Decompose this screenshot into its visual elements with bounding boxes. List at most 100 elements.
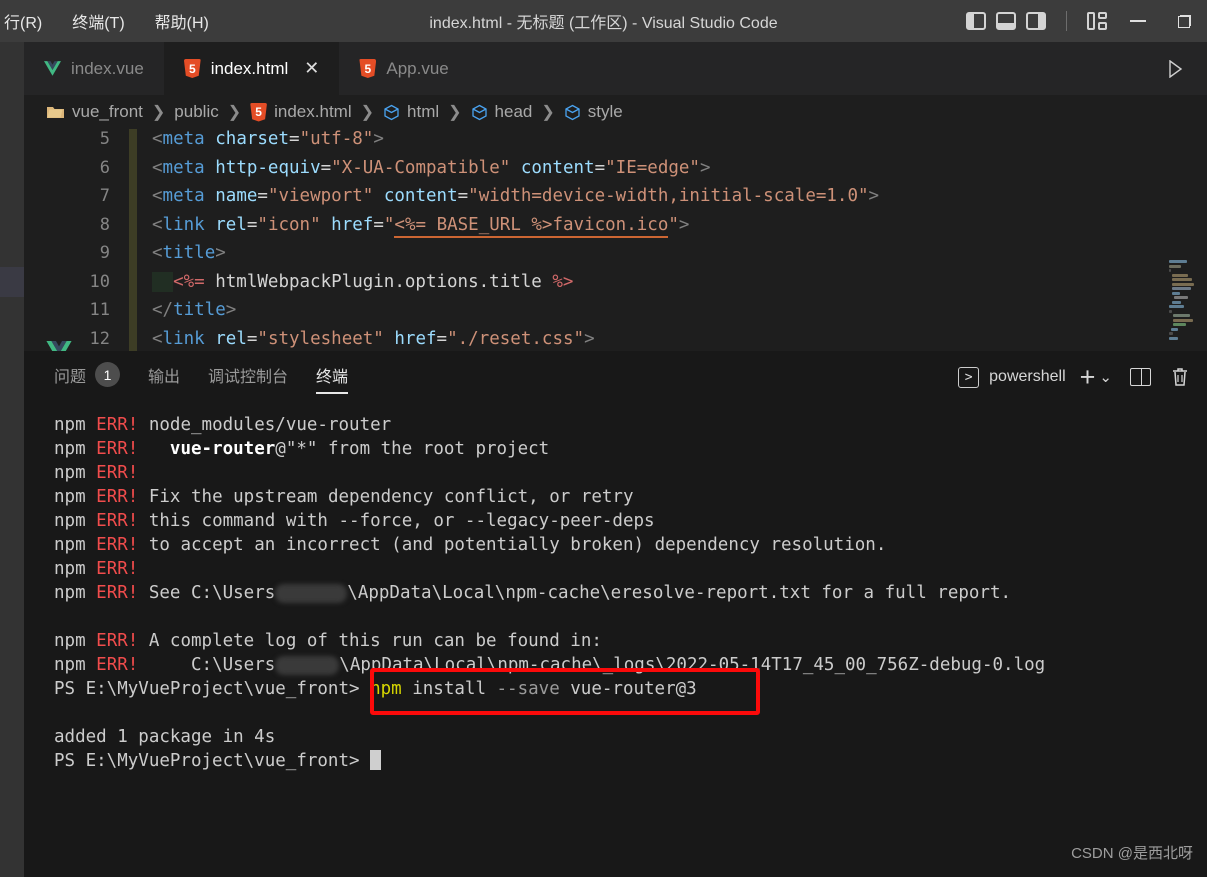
editor-tab-bar: index.vue 5 index.html ✕ 5 App.vue	[24, 42, 1207, 95]
symbol-cube-icon	[383, 104, 400, 121]
terminal-output[interactable]: npm ERR! node_modules/vue-router npm ERR…	[24, 403, 1207, 877]
menu-item-terminal[interactable]: 终端(T)	[68, 7, 128, 35]
customize-layout-icon[interactable]	[1087, 12, 1107, 30]
menu-item-help[interactable]: 帮助(H)	[151, 7, 213, 35]
toggle-panel-icon[interactable]	[996, 12, 1016, 30]
breadcrumb-label: style	[587, 102, 623, 121]
new-terminal-button[interactable]: +	[1080, 363, 1096, 391]
terminal-prompt-line: PS E:\MyVueProject\vue_front>	[54, 749, 1207, 773]
symbol-cube-icon	[471, 104, 488, 121]
line-number: 11	[89, 300, 110, 320]
divider	[1066, 11, 1067, 31]
line-content: </title>	[152, 300, 237, 320]
tab-label: index.vue	[71, 58, 144, 78]
code-line: 5 <meta charset="utf-8">	[24, 129, 1207, 158]
terminal-line: npm ERR! C:\Users \AppData\Local\npm-cach…	[54, 655, 1046, 675]
restore-button[interactable]	[1161, 0, 1207, 42]
terminal-selector[interactable]: > powershell	[958, 366, 1066, 388]
code-editor[interactable]: 5 <meta charset="utf-8"> 6 <meta http-eq…	[24, 129, 1207, 351]
minimize-button[interactable]	[1115, 0, 1161, 42]
breadcrumb-label: head	[494, 102, 533, 121]
breadcrumb-separator: ❯	[541, 104, 555, 121]
code-line: 7 <meta name="viewport" content="width=d…	[24, 186, 1207, 215]
line-number: 5	[99, 129, 110, 149]
panel-tab-output[interactable]: 输出	[148, 363, 180, 392]
terminal-line: npm ERR! Fix the upstream dependency con…	[54, 487, 634, 507]
panel-tab-bar: 问题 1 输出 调试控制台 终端 > powershell + ⌄	[24, 351, 1207, 403]
run-button[interactable]	[1155, 42, 1195, 95]
breadcrumb-item-style[interactable]: style	[564, 102, 623, 122]
panel-tab-label: 终端	[316, 368, 349, 386]
activity-bar-indicator	[0, 267, 24, 297]
chevron-down-icon[interactable]: ⌄	[1099, 368, 1112, 386]
vue-gutter-icon	[46, 341, 72, 351]
vue-icon	[44, 61, 61, 76]
code-line: 12 <link rel="stylesheet" href="./reset.…	[24, 329, 1207, 352]
problems-count-badge: 1	[95, 362, 121, 387]
html5-icon: 5	[359, 59, 377, 78]
panel-tab-label: 调试控制台	[208, 368, 289, 386]
terminal-line: npm ERR! vue-router@"*" from the root pr…	[54, 439, 550, 459]
code-line: 9 <title>	[24, 243, 1207, 272]
panel-tab-label: 问题	[54, 368, 87, 386]
panel-tab-terminal[interactable]: 终端	[316, 363, 349, 394]
tab-app-vue[interactable]: 5 App.vue	[339, 42, 468, 95]
line-content: <%= htmlWebpackPlugin.options.title %>	[124, 271, 573, 292]
run-play-icon	[1168, 60, 1183, 78]
terminal-line: npm ERR! this command with --force, or -…	[54, 511, 655, 531]
folder-icon	[46, 105, 65, 120]
breadcrumb-label: public	[174, 102, 219, 121]
panel-tab-debug-console[interactable]: 调试控制台	[208, 363, 288, 392]
panel-actions: > powershell + ⌄	[958, 351, 1199, 403]
panel-tab-problems[interactable]: 问题 1	[54, 362, 121, 392]
symbol-cube-icon	[564, 104, 581, 121]
breadcrumb-item-vue_front[interactable]: vue_front	[46, 102, 143, 122]
breadcrumb-item-index-html[interactable]: 5 index.html	[250, 102, 352, 122]
breadcrumb-label: html	[407, 102, 440, 121]
minimize-icon	[1130, 20, 1146, 22]
trash-icon[interactable]	[1171, 367, 1189, 387]
breadcrumb-item-html[interactable]: html	[383, 102, 439, 122]
tab-index-html[interactable]: 5 index.html ✕	[163, 42, 340, 95]
activity-bar[interactable]	[0, 42, 24, 877]
terminal-line: npm ERR! See C:\Users \AppData\Local\npm-…	[54, 583, 1012, 603]
line-content: <title>	[152, 243, 226, 263]
breadcrumb-separator: ❯	[360, 104, 375, 121]
breadcrumb-item-head[interactable]: head	[471, 102, 533, 122]
breadcrumb-item-public[interactable]: public	[174, 102, 218, 122]
breadcrumb-separator: ❯	[227, 104, 242, 121]
tab-label: App.vue	[386, 58, 449, 78]
menu-item-run[interactable]: 行(R)	[0, 7, 46, 35]
code-line: 6 <meta http-equiv="X-UA-Compatible" con…	[24, 158, 1207, 187]
watermark: CSDN @是西北呀	[1071, 845, 1193, 862]
tab-index-vue[interactable]: index.vue	[24, 42, 164, 95]
toggle-primary-sidebar-icon[interactable]	[966, 12, 986, 30]
terminal-command-line: PS E:\MyVueProject\vue_front> npm instal…	[54, 679, 697, 699]
panel-tab-label: 输出	[148, 368, 181, 386]
terminal-line: npm ERR!	[54, 463, 139, 483]
toggle-secondary-sidebar-icon[interactable]	[1026, 12, 1046, 30]
title-bar-controls	[966, 0, 1207, 42]
line-number: 7	[99, 186, 110, 206]
redacted-username	[275, 583, 348, 603]
terminal-line: added 1 package in 4s	[54, 727, 276, 747]
redacted-username	[275, 655, 340, 675]
breadcrumb-separator: ❯	[151, 104, 166, 121]
line-content: <meta name="viewport" content="width=dev…	[152, 186, 880, 206]
bottom-panel: 问题 1 输出 调试控制台 终端 > powershell + ⌄ npm ER…	[24, 351, 1207, 877]
minimap[interactable]	[1169, 260, 1194, 350]
title-bar: 行(R) 终端(T) 帮助(H) index.html - 无标题 (工作区) …	[0, 0, 1207, 42]
line-number: 12	[89, 328, 110, 349]
terminal-line: npm ERR!	[54, 559, 139, 579]
terminal-line: npm ERR! A complete log of this run can …	[54, 631, 602, 651]
line-number: 10	[89, 271, 110, 292]
line-content: <meta http-equiv="X-UA-Compatible" conte…	[152, 157, 711, 178]
split-terminal-icon[interactable]	[1130, 368, 1151, 386]
code-line: 10 <%= htmlWebpackPlugin.options.title %…	[24, 271, 1207, 301]
line-content: <link rel="stylesheet" href="./reset.css…	[152, 328, 595, 349]
close-icon[interactable]: ✕	[304, 58, 319, 79]
line-number: 9	[99, 243, 110, 263]
terminal-cursor	[370, 750, 382, 770]
line-content: <link rel="icon" href="<%= BASE_URL %>fa…	[124, 214, 689, 238]
